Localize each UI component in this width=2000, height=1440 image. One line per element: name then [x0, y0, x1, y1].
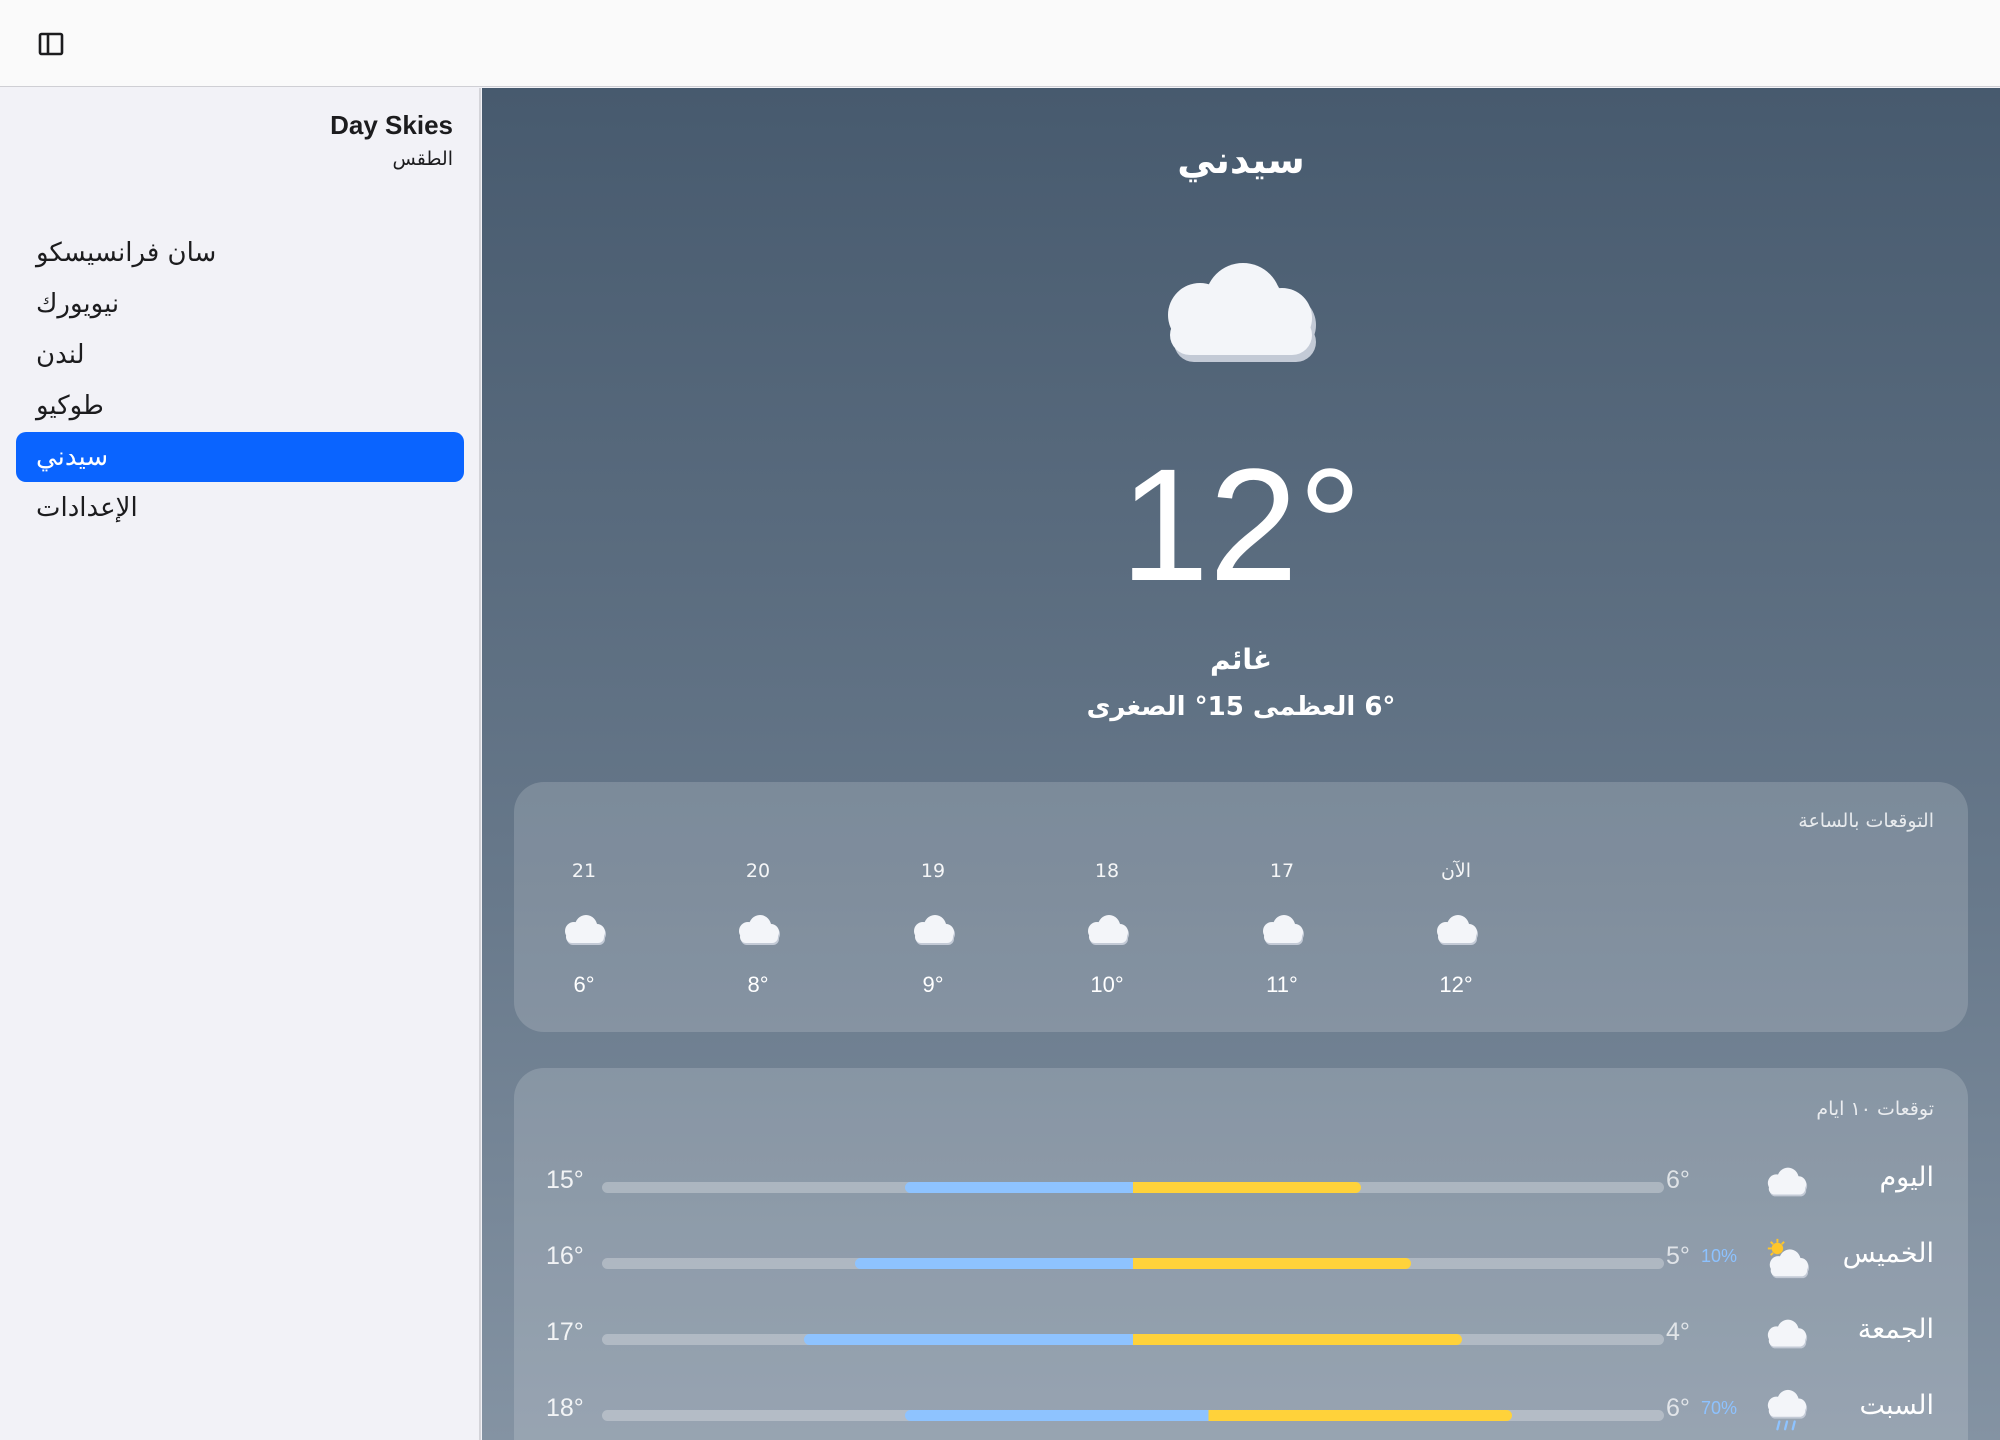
hourly-item: 18 10°: [1047, 782, 1167, 1012]
hourly-item: 20 8°: [698, 782, 818, 1012]
hourly-item: الآن 12°: [1396, 782, 1516, 1012]
temperature-range-track: [602, 1258, 1664, 1269]
daily-row: 16° 5° 10% الخميس: [514, 1222, 1968, 1292]
high-low-temperature: 6° العظمى 15° الصغرى: [1086, 692, 1396, 722]
temperature-range-bar: [854, 1258, 1412, 1269]
daily-row: 18° 6° 70% السبت: [514, 1374, 1968, 1440]
current-temperature: 12°: [1120, 435, 1362, 614]
daily-row: 15° 6° اليوم: [514, 1146, 1968, 1216]
daily-high-temperature: 18°: [546, 1394, 584, 1422]
cloud-icon: [1088, 915, 1129, 945]
hourly-temperature: 6°: [573, 972, 595, 997]
cloud-icon: [1168, 263, 1316, 362]
cloud-icon: [914, 915, 955, 945]
hourly-time: 21: [571, 860, 597, 882]
sidebar-toggle-button[interactable]: [36, 30, 66, 58]
precipitation-chance: 70%: [1700, 1398, 1738, 1418]
daily-day-name: الجمعة: [1857, 1314, 1934, 1345]
sidebar-item-new-york[interactable]: نيويورك: [16, 279, 464, 329]
daily-low-temperature: 6°: [1666, 1166, 1690, 1194]
precipitation-chance: 10%: [1700, 1246, 1738, 1266]
hourly-time: 20: [745, 860, 771, 882]
cloud-icon: [739, 915, 780, 945]
hourly-temperature: 12°: [1439, 972, 1473, 997]
hourly-time: 18: [1094, 860, 1120, 882]
current-condition: غائم: [1209, 643, 1273, 676]
daily-low-temperature: 4°: [1666, 1318, 1690, 1346]
cloud-icon: [1437, 915, 1478, 945]
cloud-icon: [1767, 1319, 1808, 1349]
temperature-range-bar: [905, 1182, 1361, 1193]
temperature-range-bar: [804, 1334, 1462, 1345]
app-title: Day Skies: [330, 110, 453, 140]
daily-high-temperature: 15°: [546, 1166, 584, 1194]
toolbar: [0, 0, 2000, 87]
rain-cloud-icon: [1767, 1389, 1808, 1431]
daily-row: 17° 4° الجمعة: [514, 1298, 1968, 1368]
sidebar-item-sydney[interactable]: سيدني: [16, 432, 464, 482]
city-name: سيدني: [1177, 138, 1305, 182]
hourly-temperature: 10°: [1090, 972, 1124, 997]
sidebar-item-san-francisco[interactable]: سان فرانسيسكو: [16, 228, 464, 278]
hourly-item: 21 6°: [524, 782, 644, 1012]
sun-cloud-icon: [1767, 1238, 1810, 1279]
sidebar-item-settings[interactable]: الإعدادات: [16, 483, 464, 533]
hourly-temperature: 11°: [1266, 972, 1298, 997]
sidebar-toggle-icon: [38, 32, 64, 56]
temperature-range-track: [602, 1182, 1664, 1193]
daily-day-name: الخميس: [1842, 1238, 1934, 1269]
hourly-forecast-card: التوقعات بالساعة الآن 12° 17 11° 18 10° 19 9° 20…: [514, 782, 1968, 1032]
daily-day-name: اليوم: [1879, 1162, 1934, 1193]
daily-high-temperature: 16°: [546, 1242, 584, 1270]
temperature-range-bar: [905, 1410, 1513, 1421]
daily-forecast-card: توقعات ١٠ ايام 15° 6° اليوم 16° 5° 10% الخميس 1…: [514, 1068, 1968, 1440]
temperature-range-track: [602, 1334, 1664, 1345]
hourly-temperature: 8°: [747, 972, 769, 997]
hourly-temperature: 9°: [922, 972, 944, 997]
cloud-icon: [1263, 915, 1304, 945]
hourly-time: الآن: [1440, 860, 1472, 882]
cloud-icon: [1767, 1167, 1808, 1197]
daily-high-temperature: 17°: [546, 1318, 584, 1346]
hourly-item: 17 11°: [1222, 782, 1342, 1012]
daily-day-name: السبت: [1859, 1390, 1934, 1421]
hourly-time: 17: [1269, 860, 1295, 882]
weather-detail: سيدني 12° غائم 6° العظمى 15° الصغرى التو…: [482, 88, 2000, 1440]
sidebar-nav: سان فرانسيسكو نيويورك لندن طوكيو سيدني ا…: [16, 228, 464, 534]
daily-low-temperature: 5°: [1666, 1242, 1690, 1270]
daily-low-temperature: 6°: [1666, 1394, 1690, 1422]
sidebar-item-tokyo[interactable]: طوكيو: [16, 381, 464, 431]
temperature-range-track: [602, 1410, 1664, 1421]
hourly-forecast-title: التوقعات بالساعة: [1798, 810, 1934, 832]
daily-forecast-title: توقعات ١٠ ايام: [1816, 1098, 1934, 1120]
sidebar: Day Skies الطقس سان فرانسيسكو نيويورك لن…: [0, 88, 481, 1440]
hourly-item: 19 9°: [873, 782, 993, 1012]
app-subtitle: الطقس: [392, 148, 454, 170]
hourly-time: 19: [920, 860, 946, 882]
cloud-icon: [565, 915, 606, 945]
sidebar-item-london[interactable]: لندن: [16, 330, 464, 380]
